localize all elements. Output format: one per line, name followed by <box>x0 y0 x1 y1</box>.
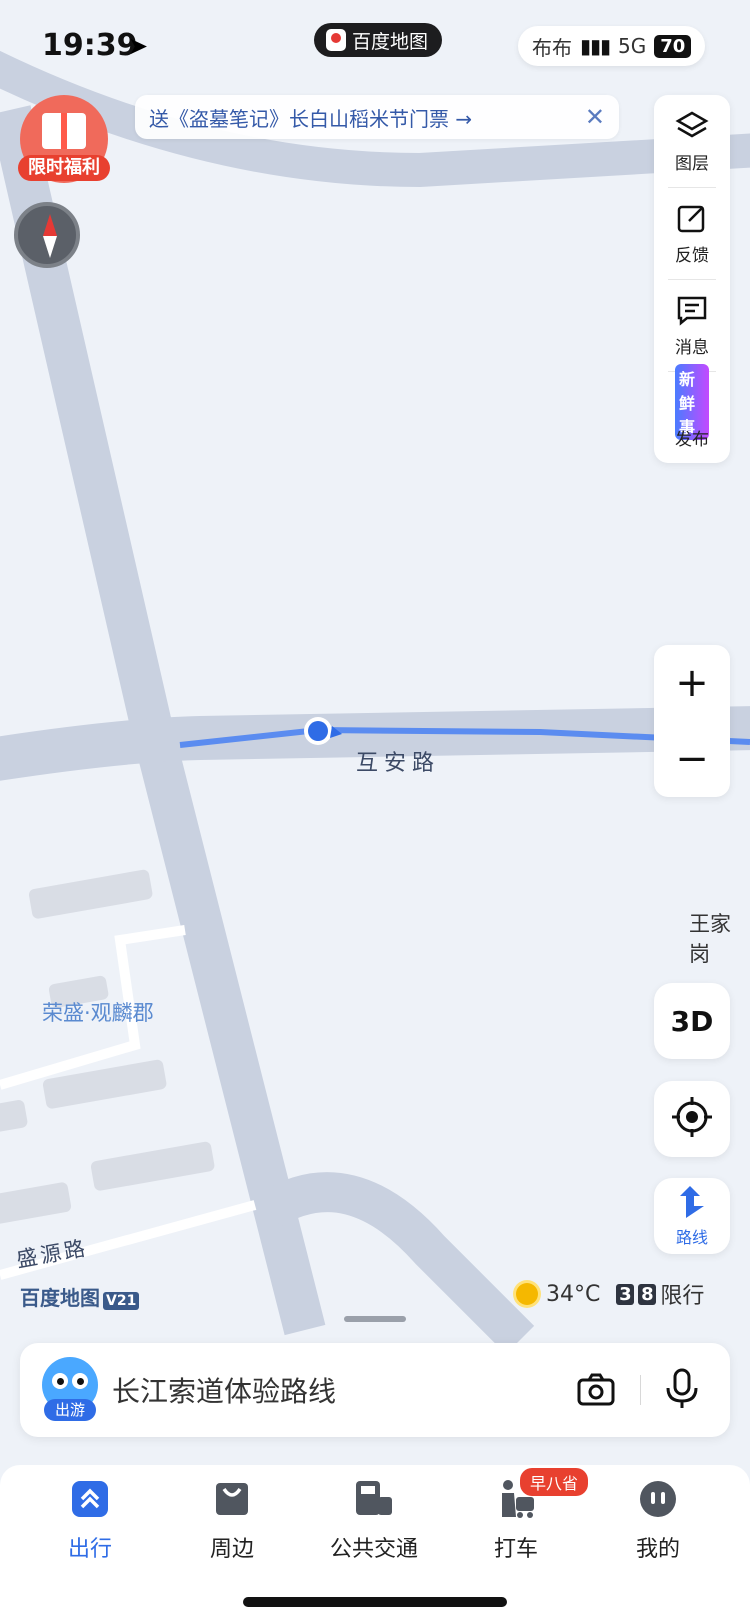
publish-label: 发布 <box>675 429 709 450</box>
signal-icon: ▮▮▮ <box>580 34 611 58</box>
nav-label: 我的 <box>635 1537 680 1562</box>
nearby-icon <box>210 1477 254 1521</box>
map-brand: 百度地图 V21 <box>20 1282 140 1311</box>
status-right-text: 布布 <box>532 35 572 60</box>
nav-transit[interactable]: 公共交通 <box>299 1477 449 1563</box>
transit-icon <box>352 1477 396 1521</box>
taxi-promo-badge: 早八省 <box>520 1468 589 1496</box>
brand-version: V21 <box>103 1292 140 1310</box>
message-icon <box>675 293 709 327</box>
nav-label: 公共交通 <box>329 1537 418 1562</box>
network-label: 5G <box>618 34 647 58</box>
search-input[interactable]: 长江索道体验路线 <box>112 1370 336 1410</box>
limit-label: 限行 <box>660 1284 705 1309</box>
home-indicator[interactable] <box>243 1597 507 1607</box>
drawer-handle[interactable] <box>344 1316 406 1322</box>
mascot-eye <box>72 1373 88 1389</box>
route-button[interactable]: 路线 <box>654 1178 730 1254</box>
route-label: 路线 <box>675 1228 708 1247</box>
promo-banner[interactable]: 送《盗墓笔记》长白山稻米节门票 → ✕ <box>135 95 619 139</box>
brand-name: 百度地图 <box>20 1286 100 1310</box>
zoom-out-button[interactable]: − <box>654 721 730 797</box>
3d-view-button[interactable]: 3D <box>654 983 730 1059</box>
locate-icon <box>670 1095 714 1143</box>
baidu-map-logo-icon <box>326 29 346 51</box>
nav-label: 周边 <box>209 1537 254 1562</box>
locate-button[interactable] <box>654 1081 730 1157</box>
status-bar: 19:39 ➤ 百度地图 布布 ▮▮▮ 5G 70 <box>0 0 750 90</box>
layers-icon <box>675 109 709 143</box>
feedback-icon <box>675 201 709 235</box>
place-label-village[interactable]: 王家岗 <box>689 908 750 968</box>
search-bar[interactable]: 出游 长江索道体验路线 <box>20 1343 730 1437</box>
travel-icon <box>68 1477 112 1521</box>
camera-icon[interactable] <box>575 1369 617 1411</box>
nav-travel[interactable]: 出行 <box>15 1477 165 1563</box>
battery-indicator: 70 <box>654 34 692 58</box>
compass-south-icon <box>43 236 57 258</box>
road-label-main: 互安路 <box>356 751 441 776</box>
weather-temp: 34°C <box>546 1281 601 1307</box>
status-right-capsule: 布布 ▮▮▮ 5G 70 <box>518 26 706 66</box>
publish-button[interactable]: 新鲜事 发布 <box>654 363 730 463</box>
welfare-label: 限时福利 <box>18 155 110 181</box>
gift-ribbon <box>61 113 67 149</box>
zoom-control: + − <box>654 645 730 797</box>
location-arrow-icon: ➤ <box>128 32 149 60</box>
feedback-label: 反馈 <box>675 245 709 266</box>
weather-widget[interactable]: 34°C 3 8 限行 <box>516 1278 704 1310</box>
message-button[interactable]: 消息 <box>654 279 730 371</box>
compass-north-icon <box>43 214 57 236</box>
status-time: 19:39 <box>42 28 138 63</box>
feedback-button[interactable]: 反馈 <box>654 187 730 279</box>
route-arrow-icon <box>674 1184 710 1224</box>
search-divider <box>640 1375 641 1405</box>
compass-button[interactable] <box>14 202 80 268</box>
map-tools-panel: 图层 反馈 消息 新鲜事 发布 <box>654 95 730 463</box>
place-label-estate[interactable]: 荣盛·观麟郡 <box>42 997 154 1027</box>
nav-nearby[interactable]: 周边 <box>157 1477 307 1563</box>
zoom-in-button[interactable]: + <box>654 645 730 721</box>
travel-mascot-avatar[interactable]: 出游 <box>42 1357 98 1421</box>
limit-digit: 3 <box>616 1283 635 1305</box>
close-icon[interactable]: ✕ <box>585 103 605 131</box>
nav-profile[interactable]: 我的 <box>583 1477 733 1563</box>
traffic-limit[interactable]: 3 8 限行 <box>616 1278 704 1310</box>
nav-label: 打车 <box>493 1537 538 1562</box>
layers-label: 图层 <box>675 153 709 174</box>
limit-digit: 8 <box>638 1283 657 1305</box>
limited-welfare-button[interactable]: 限时福利 <box>18 95 110 183</box>
microphone-icon[interactable] <box>662 1367 702 1411</box>
publish-icon: 新鲜事 <box>675 363 709 440</box>
mascot-eye <box>52 1373 68 1389</box>
profile-icon <box>636 1477 680 1521</box>
message-label: 消息 <box>675 337 709 358</box>
sun-icon <box>516 1283 538 1305</box>
mascot-tag: 出游 <box>44 1399 96 1421</box>
app-pill: 百度地图 <box>314 23 443 57</box>
nav-label: 出行 <box>67 1537 112 1562</box>
layers-button[interactable]: 图层 <box>654 95 730 187</box>
app-pill-label: 百度地图 <box>352 30 429 53</box>
promo-banner-text[interactable]: 送《盗墓笔记》长白山稻米节门票 → <box>149 103 585 132</box>
